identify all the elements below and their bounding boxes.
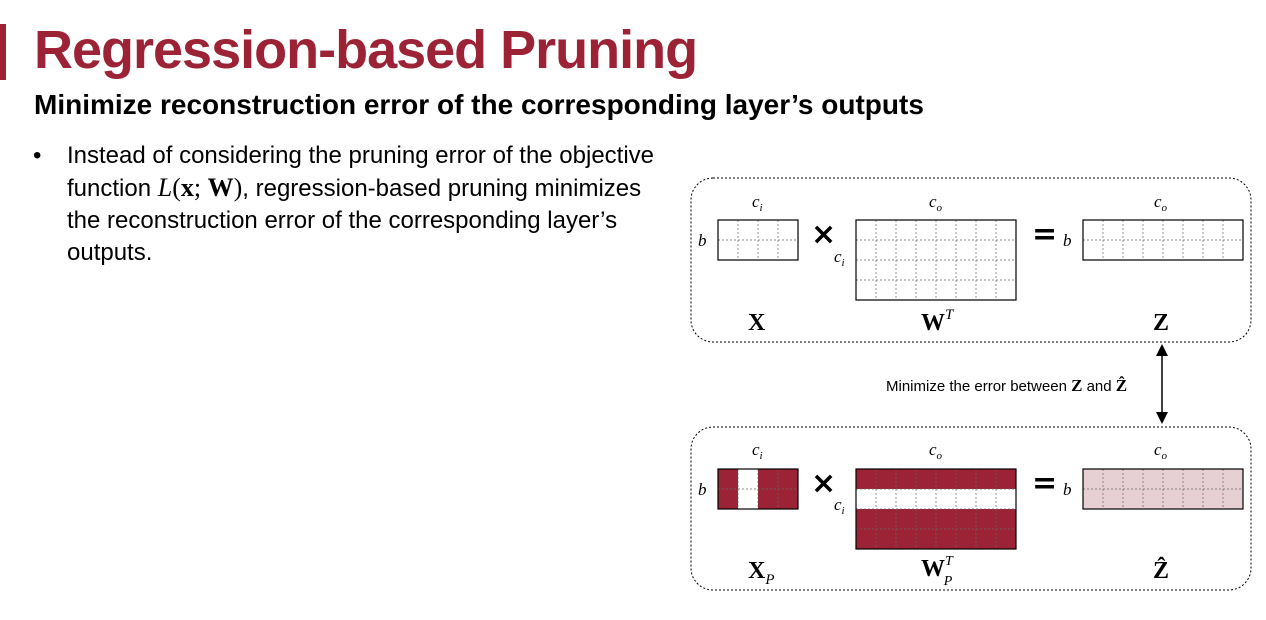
bottom-x-dim-ci: ci [752,440,763,462]
error-caption: Minimize the error between Z and Ẑ [886,376,1127,395]
matrix-cell [876,509,896,529]
matrix-cell [1143,469,1163,489]
matrix-cell [996,509,1016,529]
top-z-dim-co: co [1154,192,1168,214]
matrix-cell [996,529,1016,549]
matrix-cell [956,469,976,489]
matrix-x-grid [717,219,799,261]
matrix-cell [856,469,876,489]
matrix-cell [1103,489,1123,509]
matrix-cell [1143,489,1163,509]
matrix-cell [976,529,996,549]
top-z-label: Z [1153,310,1169,336]
matrix-cell [976,469,996,489]
bottom-xp-label: XP [748,558,775,588]
matrix-cell [976,489,996,509]
matrix-cell [916,529,936,549]
matrix-cell [1203,469,1223,489]
matrix-zhat-grid [1082,468,1244,510]
matrix-cell [896,489,916,509]
matrix-cell [718,469,738,489]
matrix-cell [778,489,798,509]
matrix-cell [1103,469,1123,489]
matrix-cell [956,509,976,529]
matrix-cell [738,489,758,509]
matrix-cell [876,529,896,549]
bottom-zhat-label: Ẑ [1153,557,1169,584]
matrix-cell [936,529,956,549]
matrix-cell [718,489,738,509]
matrix-cell [1183,469,1203,489]
top-w-dim-co: co [929,192,943,214]
matrix-cell [856,489,876,509]
matrix-cell [1183,489,1203,509]
matrix-cell [876,469,896,489]
matrix-cell [1203,489,1223,509]
matrix-cell [758,489,778,509]
top-x-label: X [748,310,766,336]
matrix-cell [996,469,1016,489]
pruning-diagram: ci co co b ci b × = X WT Z Minimize the … [690,177,1252,591]
top-x-dim-b: b [698,231,707,250]
matrix-cell [896,469,916,489]
bottom-z-dim-b: b [1063,480,1072,499]
matrix-cell [856,529,876,549]
matrix-cell [936,469,956,489]
top-x-dim-ci: ci [752,192,763,214]
matrix-cell [1223,489,1243,509]
matrix-cell [936,489,956,509]
matrix-cell [956,529,976,549]
matrix-cell [956,489,976,509]
matrix-cell [1163,489,1183,509]
matrix-cell [876,489,896,509]
matrix-w-grid [855,219,1017,301]
matrix-cell [856,509,876,529]
bottom-z-dim-co: co [1154,440,1168,462]
matrix-cell [758,469,778,489]
matrix-cell [916,469,936,489]
top-multiply-sign: × [811,217,836,252]
matrix-cell [916,509,936,529]
bottom-wp-label: WT P [921,554,954,589]
matrix-cell [1083,469,1103,489]
matrix-xp-grid [717,468,799,510]
matrix-cell [976,509,996,529]
matrix-cell [778,469,798,489]
bottom-w-dim-co: co [929,440,943,462]
top-z-dim-b: b [1063,231,1072,250]
top-w-label: WT [921,307,955,336]
matrix-cell [896,529,916,549]
matrix-cell [916,489,936,509]
matrix-cell [1123,469,1143,489]
bottom-x-dim-b: b [698,480,707,499]
matrix-cell [1123,489,1143,509]
matrix-z-grid [1082,219,1244,261]
matrix-wp-grid [855,468,1017,550]
top-equals-sign: = [1032,217,1057,252]
matrix-cell [738,469,758,489]
matrix-cell [936,509,956,529]
matrix-cell [1223,469,1243,489]
bottom-multiply-sign: × [811,466,836,501]
matrix-cell [1163,469,1183,489]
matrix-cell [1083,489,1103,509]
bottom-equals-sign: = [1032,466,1057,501]
matrix-cell [996,489,1016,509]
matrix-cell [896,509,916,529]
